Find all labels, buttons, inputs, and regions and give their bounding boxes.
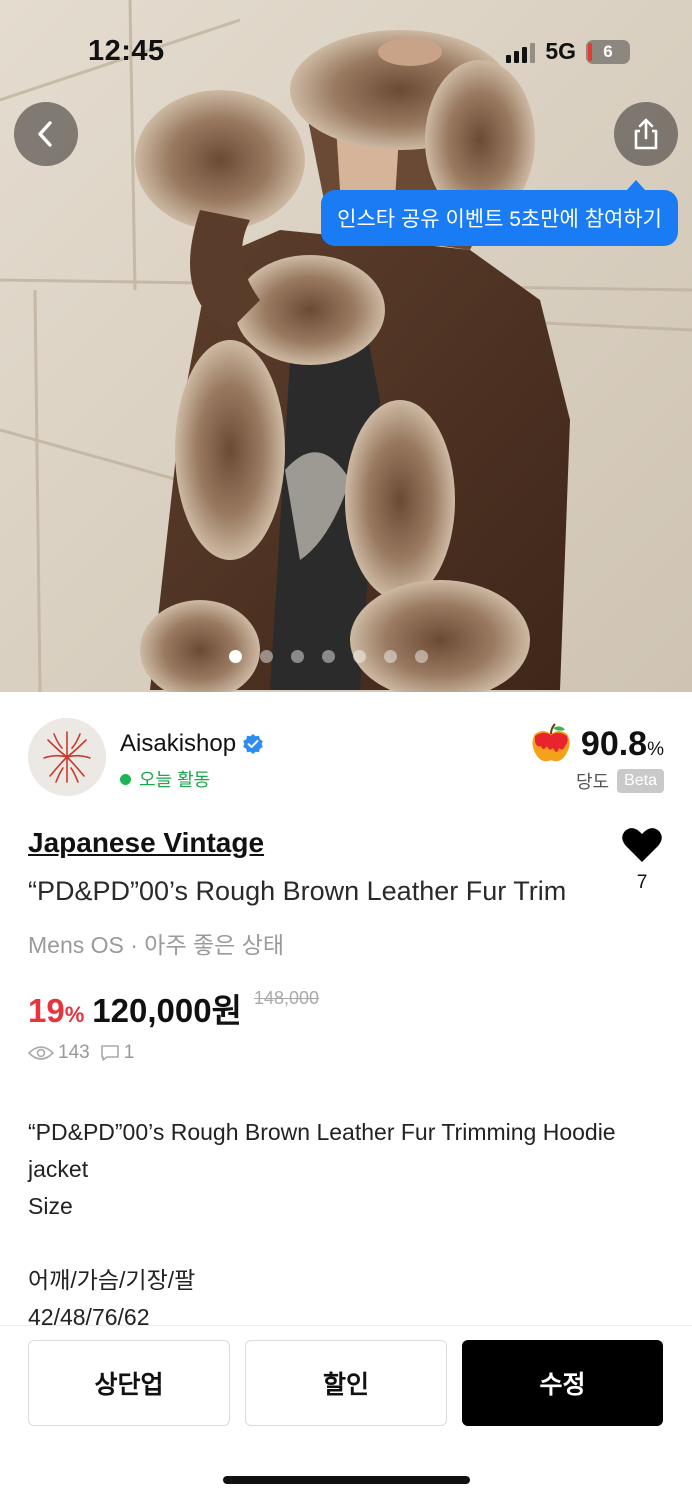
chevron-left-icon: [38, 121, 52, 147]
apple-score-icon: [532, 723, 570, 762]
status-time: 12:45: [88, 35, 165, 67]
description-line: jacket: [28, 1156, 89, 1182]
carousel-dot: [384, 650, 397, 663]
description-line: 어깨/가슴/기장/팔: [28, 1267, 196, 1293]
comments-count: 1: [123, 1042, 135, 1063]
like-button[interactable]: 7: [620, 826, 664, 894]
sweetness-score[interactable]: 90.8%: [529, 722, 664, 766]
comments-stat: 1: [100, 1042, 135, 1064]
seller-section[interactable]: Aisakishop 오늘 활동 90.8% 당도 Beta: [28, 718, 664, 802]
carousel-indicator: [229, 650, 428, 663]
seller-name-row[interactable]: Aisakishop: [120, 730, 264, 758]
signal-icon: [506, 41, 536, 63]
like-count: 7: [636, 872, 648, 893]
comment-icon: [100, 1045, 119, 1061]
back-button[interactable]: [14, 102, 78, 166]
status-indicators: 5G 6: [506, 38, 630, 65]
share-icon: [634, 118, 658, 150]
description-line: “PD&PD”00’s Rough Brown Leather Fur Trim…: [28, 1119, 616, 1145]
description-line: Size: [28, 1193, 73, 1219]
seller-activity: 오늘 활동: [120, 766, 210, 792]
product-title: “PD&PD”00’s Rough Brown Leather Fur Trim: [28, 876, 567, 906]
battery-icon: 6: [586, 39, 630, 64]
verified-badge-icon: [243, 734, 263, 754]
shop-logo-avatar: [28, 718, 106, 796]
score-number: 90.8: [580, 724, 648, 763]
share-event-tooltip[interactable]: 인스타 공유 이벤트 5초만에 참여하기: [321, 180, 678, 246]
beta-badge: Beta: [617, 769, 664, 793]
product-photo: [0, 0, 692, 692]
carousel-dot: [260, 650, 273, 663]
views-stat: 143: [28, 1042, 90, 1064]
network-label: 5G: [545, 38, 576, 64]
seller-activity-label: 오늘 활동: [139, 770, 211, 790]
brand-link[interactable]: Japanese Vintage: [28, 827, 264, 859]
score-unit: %: [647, 738, 664, 760]
home-indicator: [223, 1476, 470, 1484]
bump-button[interactable]: 상단업: [28, 1340, 230, 1426]
product-stats: 143 1: [28, 1042, 134, 1064]
discount-unit: %: [64, 1002, 85, 1027]
product-meta: Mens OS · 아주 좋은 상태: [28, 932, 285, 958]
carousel-dot: [415, 650, 428, 663]
eye-icon: [28, 1046, 54, 1060]
edit-button[interactable]: 수정: [462, 1340, 663, 1426]
score-label: 당도: [575, 772, 610, 792]
status-bar: 12:45 5G 6: [0, 0, 692, 100]
discount-rate: 19%: [28, 992, 84, 1030]
price: 120,000원: [92, 992, 242, 1029]
description-line: [28, 1225, 668, 1262]
score-label-row: 당도 Beta: [576, 768, 664, 794]
carousel-dot: [291, 650, 304, 663]
product-description: “PD&PD”00’s Rough Brown Leather Fur Trim…: [28, 1114, 668, 1336]
bottom-action-bar: 상단업 할인 수정: [0, 1325, 692, 1500]
seller-avatar[interactable]: [28, 718, 106, 796]
share-button[interactable]: [614, 102, 678, 166]
score-value: 90.8%: [581, 725, 664, 764]
seller-name[interactable]: Aisakishop: [120, 730, 236, 758]
heart-icon: [622, 828, 662, 862]
carousel-dot: [353, 650, 366, 663]
carousel-dot: [229, 650, 242, 663]
product-image-carousel[interactable]: 12:45 5G 6 인스타 공유 이벤트 5초만에 참여하기: [0, 0, 692, 692]
price-row: 19% 120,000원 148,000: [28, 984, 319, 1032]
discount-number: 19: [28, 992, 65, 1029]
original-price: 148,000: [253, 988, 320, 1008]
discount-button[interactable]: 할인: [245, 1340, 447, 1426]
carousel-dot: [322, 650, 335, 663]
online-dot-icon: [120, 773, 131, 785]
views-count: 143: [58, 1042, 90, 1063]
